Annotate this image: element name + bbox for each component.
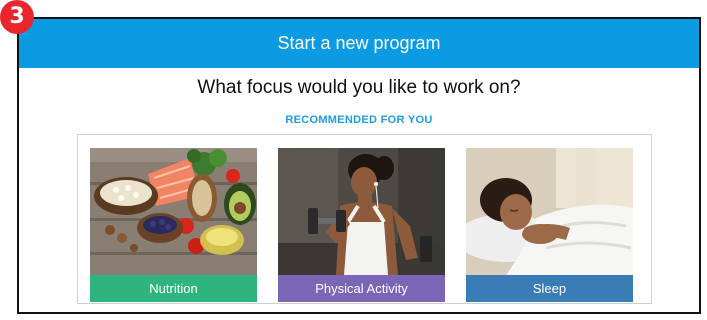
dialog-title: Start a new program: [277, 33, 441, 53]
recommended-heading: RECOMMENDED FOR YOU: [285, 114, 433, 126]
dumbbell-workout-image: [278, 148, 445, 275]
nutrition-label: Nutrition: [90, 275, 257, 302]
sleep-label: Sleep: [466, 275, 633, 302]
dialog-header: Start a new program: [19, 19, 699, 68]
program-card-physical-activity[interactable]: Physical Activity: [278, 148, 445, 302]
program-card-sleep[interactable]: Sleep: [466, 148, 633, 302]
physical-activity-label: Physical Activity: [278, 275, 445, 302]
program-cards: Nutrition Physical Activity Sleep: [77, 134, 652, 304]
program-card-nutrition[interactable]: Nutrition: [90, 148, 257, 302]
nutrition-food-image: [90, 148, 257, 275]
new-program-dialog: Start a new program What focus would you…: [17, 17, 701, 314]
step-number-badge: 3: [0, 0, 34, 34]
focus-question: What focus would you like to work on?: [197, 77, 521, 98]
sleeping-woman-image: [466, 148, 633, 275]
